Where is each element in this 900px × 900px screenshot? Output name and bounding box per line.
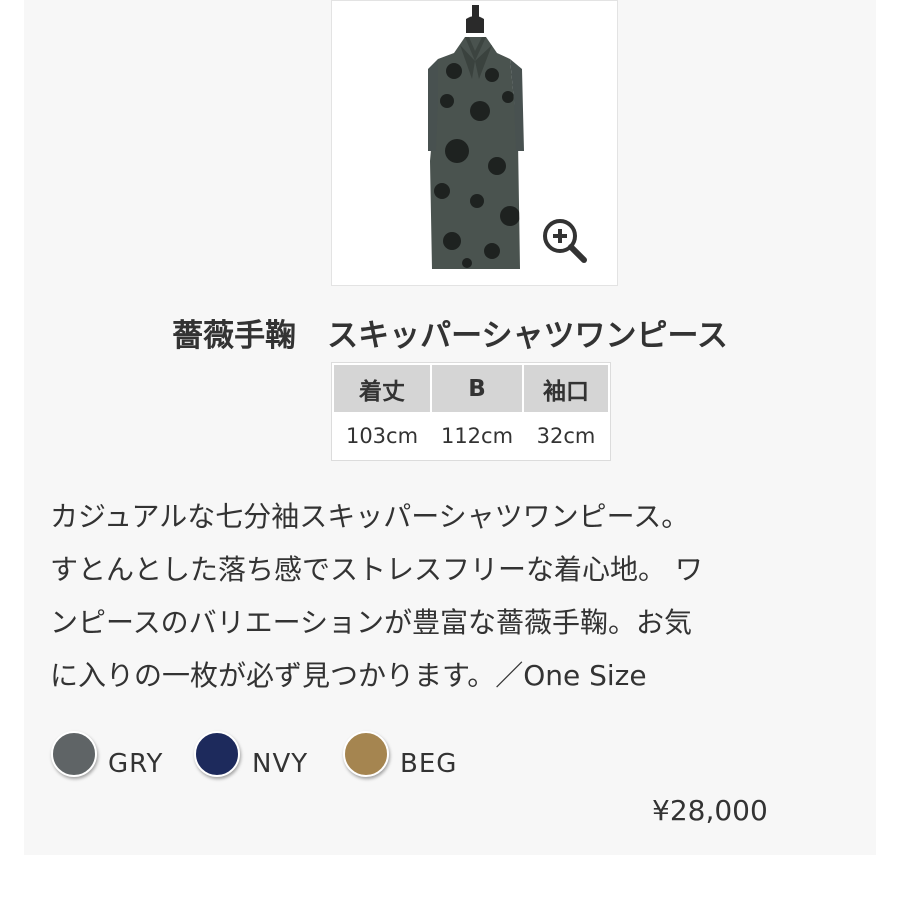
size-header-cuff: 袖口: [524, 365, 608, 412]
size-header-length: 着丈: [334, 365, 430, 412]
color-label-beg[interactable]: BEG: [400, 749, 457, 779]
size-table-value-row: 103cm 112cm 32cm: [334, 414, 608, 458]
description-line: に入りの一枚が必ず見つかります。／One Size: [50, 659, 647, 692]
zoom-button[interactable]: [540, 216, 590, 266]
zoom-in-icon: [543, 219, 587, 263]
description-line: すとんとした落ち感でストレスフリーな着心地。 ワ: [50, 553, 703, 586]
color-label-nvy[interactable]: NVY: [252, 749, 308, 779]
color-swatch-gry[interactable]: [51, 731, 97, 777]
product-description: カジュアルな七分袖スキッパーシャツワンピース。 すとんとした落ち感でストレスフリ…: [50, 490, 850, 702]
color-label-gry[interactable]: GRY: [108, 749, 163, 779]
size-header-bust: B: [432, 365, 522, 412]
color-swatch-nvy[interactable]: [194, 731, 240, 777]
product-title: 薔薇手鞠 スキッパーシャツワンピース: [172, 318, 728, 354]
color-swatch-beg[interactable]: [343, 731, 389, 777]
size-value-cuff: 32cm: [524, 414, 608, 458]
size-table: 着丈 B 袖口 103cm 112cm 32cm: [331, 362, 611, 461]
product-card: 薔薇手鞠 スキッパーシャツワンピース 着丈 B 袖口 103cm 112cm 3…: [24, 0, 876, 855]
product-price: ¥28,000: [652, 794, 768, 827]
size-value-length: 103cm: [334, 414, 430, 458]
size-table-header-row: 着丈 B 袖口: [334, 365, 608, 412]
description-line: カジュアルな七分袖スキッパーシャツワンピース。: [50, 500, 690, 533]
description-line: ンピースのバリエーションが豊富な薔薇手鞠。お気: [50, 606, 693, 639]
size-value-bust: 112cm: [432, 414, 522, 458]
